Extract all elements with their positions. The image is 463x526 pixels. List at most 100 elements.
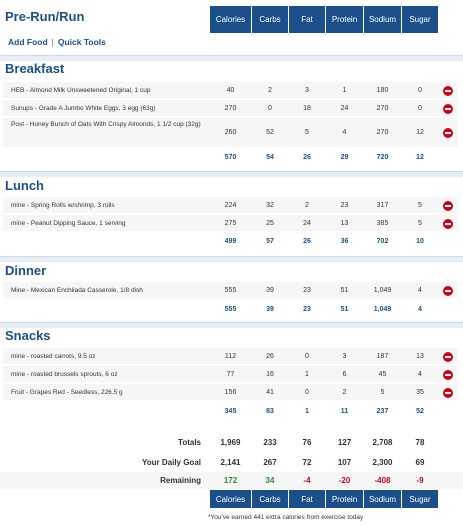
meal-total-carbs: 39 (266, 306, 274, 313)
exercise-footnote: *You've earned 441 extra calories from e… (208, 514, 364, 521)
section-divider (0, 171, 463, 177)
summary-label-totals: Totals (178, 438, 201, 447)
food-row: mine - Spring Rolls w/shrimp, 3 rolls 224… (3, 197, 458, 214)
meal-title-pre-run-run: Pre-Run/Run (5, 9, 85, 24)
food-row: Post - Honey Bunch of Oats With Crispy A… (3, 118, 458, 148)
summary-totals-protein: 127 (337, 438, 352, 447)
summary-remaining-sugar: -9 (416, 476, 424, 485)
food-protein-value: 51 (340, 286, 349, 294)
delete-food-icon[interactable] (443, 128, 453, 138)
food-sugar-value: 4 (418, 370, 422, 378)
meal-total-calories: 555 (224, 306, 237, 313)
meal-total-carbs: 57 (266, 238, 274, 245)
food-name[interactable]: Sunups - Grade A Jumbo White Eggs, 3 egg… (11, 105, 206, 114)
meal-total-calories: 570 (224, 154, 237, 161)
food-sodium-value: 187 (376, 352, 389, 360)
bottom-column-header-sodium: Sodium (364, 490, 401, 508)
meal-total-calories: 345 (224, 408, 237, 415)
delete-food-icon[interactable] (443, 200, 453, 211)
food-row: Sunups - Grade A Jumbo White Eggs, 3 egg… (3, 100, 458, 117)
food-row: mine - roasted brussels sprouts, 6 oz 77 1… (3, 366, 458, 383)
food-name[interactable]: Post - Honey Bunch of Oats With Crispy A… (11, 121, 206, 130)
food-calories-value: 270 (224, 104, 237, 112)
add-food-link[interactable]: Add Food (8, 37, 48, 47)
delete-food-icon[interactable] (443, 351, 453, 362)
food-protein-value: 23 (340, 201, 349, 209)
meal-total-fat: 23 (303, 306, 311, 313)
food-carbs-value: 32 (266, 201, 274, 209)
quick-tools-link[interactable]: Quick Tools (58, 37, 106, 47)
food-sugar-value: 12 (416, 129, 424, 136)
meal-title-snacks: Snacks (5, 328, 51, 343)
meal-total-fat: 26 (303, 238, 311, 245)
section-divider (0, 256, 463, 262)
food-name[interactable]: mine - Peanut Dipping Sauce, 1 serving (11, 220, 206, 229)
summary-label-remaining: Remaining (160, 476, 201, 485)
summary-goal-protein: 107 (337, 458, 352, 467)
food-protein-value: 2 (342, 388, 347, 396)
meal-total-row: 499 57 26 36 702 10 (3, 234, 458, 251)
meal-total-carbs: 54 (266, 154, 274, 161)
food-sodium-value: 180 (376, 86, 389, 94)
food-fat-value: 0 (305, 352, 309, 360)
food-protein-value: 6 (342, 370, 347, 378)
food-carbs-value: 41 (266, 388, 274, 396)
food-fat-value: 5 (305, 129, 309, 136)
food-fat-value: 23 (303, 286, 311, 294)
food-fat-value: 24 (303, 219, 311, 227)
delete-food-icon[interactable] (443, 285, 453, 296)
food-protein-value: 4 (342, 129, 347, 136)
food-carbs-value: 39 (266, 286, 274, 294)
meal-total-protein: 36 (340, 238, 349, 245)
food-carbs-value: 26 (266, 352, 274, 360)
summary-label-goal: Your Daily Goal (142, 458, 201, 467)
food-sugar-value: 5 (418, 201, 422, 209)
food-calories-value: 77 (226, 370, 235, 378)
meal-total-row: 345 83 1 11 237 52 (3, 404, 458, 421)
delete-food-icon[interactable] (443, 218, 453, 229)
meal-total-carbs: 83 (266, 408, 274, 415)
meal-total-sodium: 237 (376, 408, 389, 415)
meal-total-protein: 29 (340, 154, 349, 161)
food-sugar-value: 5 (418, 219, 422, 227)
food-sugar-value: 0 (418, 86, 422, 94)
food-row: Fruit - Grapes Red - Seedless, 226.5 g 15… (3, 384, 458, 401)
food-sodium-value: 270 (376, 129, 389, 136)
summary-remaining-carbs: 34 (265, 476, 275, 485)
food-carbs-value: 0 (268, 104, 272, 112)
food-fat-value: 1 (305, 370, 309, 378)
bottom-column-header-calories: Calories (210, 490, 251, 508)
meal-total-calories: 499 (224, 238, 237, 245)
food-name[interactable]: mine - roasted carrots, 9.5 oz (11, 353, 206, 362)
food-name[interactable]: mine - Spring Rolls w/shrimp, 3 rolls (11, 202, 206, 211)
delete-food-icon[interactable] (443, 85, 453, 96)
food-sugar-value: 35 (416, 388, 424, 396)
summary-goal-sugar: 69 (415, 458, 425, 467)
delete-food-icon[interactable] (443, 103, 453, 114)
food-calories-value: 224 (224, 201, 237, 209)
food-name[interactable]: Mine - Mexican Enchilada Casserole, 1/8 … (11, 287, 206, 296)
summary-goal-carbs: 267 (263, 458, 277, 467)
column-header-sugar: Sugar (402, 6, 438, 33)
food-row: mine - roasted carrots, 9.5 oz 112 26 0 3 187… (3, 348, 458, 365)
meal-total-fat: 26 (303, 154, 311, 161)
meal-total-sodium: 702 (376, 238, 389, 245)
meal-total-protein: 51 (340, 306, 349, 313)
food-sodium-value: 1,049 (373, 286, 392, 294)
food-sodium-value: 5 (380, 388, 385, 396)
food-carbs-value: 52 (266, 129, 274, 136)
summary-totals-carbs: 233 (263, 438, 277, 447)
meal-total-sodium: 720 (376, 154, 389, 161)
section-divider (0, 55, 463, 61)
delete-food-icon[interactable] (443, 387, 453, 398)
column-header-protein: Protein (326, 6, 363, 33)
link-separator: | (51, 37, 54, 47)
food-name[interactable]: HEB - Almond Milk Unsweetened Original, … (11, 87, 206, 96)
bottom-column-header-protein: Protein (326, 490, 363, 508)
summary-remaining-fat: -4 (303, 476, 311, 485)
food-name[interactable]: Fruit - Grapes Red - Seedless, 226.5 g (11, 389, 206, 398)
food-sugar-value: 0 (418, 104, 422, 112)
delete-food-icon[interactable] (443, 369, 453, 380)
food-name[interactable]: mine - roasted brussels sprouts, 6 oz (11, 371, 206, 380)
food-carbs-value: 16 (266, 370, 274, 378)
